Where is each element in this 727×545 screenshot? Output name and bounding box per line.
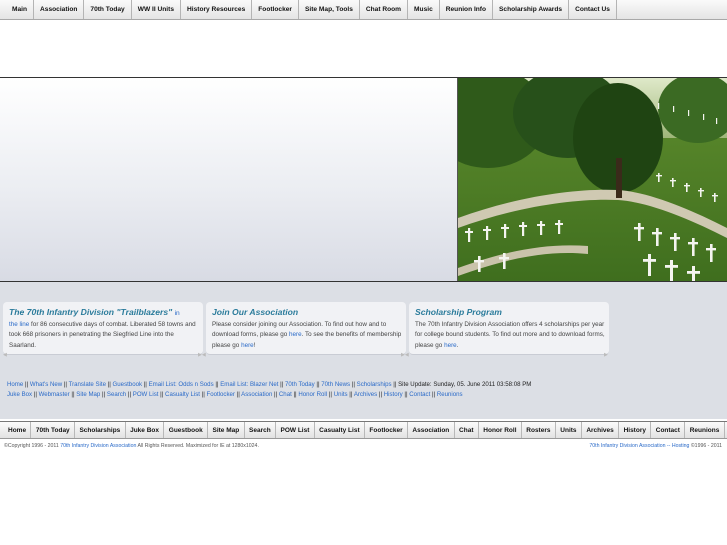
bottom-nav-home[interactable]: Home [0,422,32,438]
bottom-nav-history[interactable]: History [619,422,652,438]
scroll-arrow-icon: ▶ [604,352,608,358]
card-join-text-c: ! [253,341,256,349]
link-translate-site[interactable]: Translate Site [69,381,106,388]
card-trailblazers-text: for 86 consecutive days of combat. Liber… [9,321,196,349]
top-nav-site-map-tools[interactable]: Site Map, Tools [299,0,360,19]
quick-links-row-2: Juke Box || Webmaster || Site Map || Sea… [7,391,463,398]
bottom-nav: Home 70th Today Scholarships Juke Box Gu… [0,421,727,439]
top-nav-history-resources[interactable]: History Resources [181,0,253,19]
link-email-blazer-net[interactable]: Email List: Blazer Net [220,381,278,388]
bottom-nav-footlocker[interactable]: Footlocker [365,422,409,438]
hero-banner [0,78,458,281]
link-honor-roll[interactable]: Honor Roll [298,391,327,398]
footer-hosting-link[interactable]: 70th Infantry Division Association -- Ho… [589,443,689,449]
scroll-arrow-icon: ▶◀ [401,352,409,358]
scroll-arrow-icon: ▶◀ [198,352,206,358]
footer-hosting-text: ©1996 - 2011 [689,443,722,449]
card-trailblazers-line-link[interactable]: the line [9,321,29,328]
top-nav-association[interactable]: Association [34,0,85,19]
link-reunions[interactable]: Reunions [437,391,463,398]
bottom-nav-site-map[interactable]: Site Map [208,422,245,438]
bottom-nav-guestbook[interactable]: Guestbook [164,422,209,438]
card-scholarship-here-link[interactable]: here [444,342,457,349]
top-nav: Main Association 70th Today WW II Units … [0,0,727,20]
top-nav-main[interactable]: Main [0,0,35,19]
link-footlocker[interactable]: Footlocker [207,391,235,398]
quick-links-row-1: Home || What's New || Translate Site || … [7,381,532,388]
bottom-nav-juke-box[interactable]: Juke Box [126,422,165,438]
bottom-nav-pow-list[interactable]: POW List [276,422,315,438]
bottom-nav-contact[interactable]: Contact [651,422,686,438]
bottom-nav-archives[interactable]: Archives [582,422,620,438]
card-join-here-link-2[interactable]: here [241,342,254,349]
card-scholarship-body: The 70th Infantry Division Association o… [415,320,607,351]
footer-copyright-text-a: ©Copyright 1996 - 2011 [4,443,61,449]
link-pow-list[interactable]: POW List [133,391,159,398]
bottom-nav-association[interactable]: Association [408,422,455,438]
bottom-nav-rosters[interactable]: Rosters [522,422,556,438]
bottom-nav-casualty-list[interactable]: Casualty List [315,422,366,438]
cemetery-crosses-photo [458,78,727,281]
card-scholarship-title: Scholarship Program [415,307,502,317]
bottom-nav-units[interactable]: Units [556,422,582,438]
card-join-body: Please consider joining our Association.… [212,320,404,351]
top-nav-scholarship-awards[interactable]: Scholarship Awards [493,0,570,19]
link-units[interactable]: Units [334,391,348,398]
top-nav-music[interactable]: Music [408,0,440,19]
card-trailblazers: The 70th Infantry Division "Trailblazers… [3,302,203,355]
card-join-title: Join Our Association [212,307,299,317]
bottom-nav-scholarships[interactable]: Scholarships [75,422,126,438]
link-site-map[interactable]: Site Map [76,391,100,398]
footer-association-link[interactable]: 70th Infantry Division Association [60,443,136,449]
bottom-nav-reunions[interactable]: Reunions [685,422,725,438]
footer-copyright-text-b: All Rights Reserved. Maximized for IE at… [136,443,259,449]
card-trailblazers-title: The 70th Infantry Division "Trailblazers… [9,307,180,317]
link-contact[interactable]: Contact [409,391,430,398]
link-history[interactable]: History [384,391,403,398]
link-archives[interactable]: Archives [354,391,377,398]
link-casualty-list[interactable]: Casualty List [165,391,200,398]
link-70th-news[interactable]: 70th News [321,381,350,388]
link-70th-today[interactable]: 70th Today [285,381,315,388]
card-join-here-link-1[interactable]: here [289,331,302,338]
top-nav-contact-us[interactable]: Contact Us [569,0,617,19]
top-nav-reunion-info[interactable]: Reunion Info [440,0,494,19]
card-trailblazers-heading: The 70th Infantry Division "Trailblazers… [9,307,173,317]
link-juke-box[interactable]: Juke Box [7,391,32,398]
bottom-nav-honor-roll[interactable]: Honor Roll [479,422,522,438]
link-guestbook[interactable]: Guestbook [113,381,142,388]
link-whats-new[interactable]: What's New [30,381,62,388]
link-email-odds-n-sods[interactable]: Email List: Odds n Sods [149,381,214,388]
link-webmaster[interactable]: Webmaster [39,391,70,398]
footer-copyright: ©Copyright 1996 - 2011 70th Infantry Div… [4,443,259,449]
top-nav-ww2-units[interactable]: WW II Units [132,0,181,19]
card-trailblazers-in-link[interactable]: in [175,310,180,317]
link-association[interactable]: Association [241,391,272,398]
footer-hosting: 70th Infantry Division Association -- Ho… [589,443,722,449]
top-nav-footlocker[interactable]: Footlocker [252,0,299,19]
top-nav-chat-room[interactable]: Chat Room [360,0,409,19]
bottom-nav-70th-today[interactable]: 70th Today [31,422,76,438]
card-join-association: Join Our Association Please consider joi… [206,302,406,355]
link-scholarships[interactable]: Scholarships [357,381,392,388]
top-nav-70th-today[interactable]: 70th Today [84,0,132,19]
card-scholarship-program: Scholarship Program The 70th Infantry Di… [409,302,609,355]
bottom-nav-chat[interactable]: Chat [455,422,479,438]
link-chat[interactable]: Chat [279,391,292,398]
card-trailblazers-body: the line for 86 consecutive days of comb… [9,320,201,351]
scroll-arrow-icon: ◀ [3,352,7,358]
bottom-nav-search[interactable]: Search [245,422,277,438]
site-update-text: Site Update: Sunday, 05. June 2011 03:58… [398,381,532,388]
link-search[interactable]: Search [107,391,126,398]
card-scholarship-text-b: . [456,341,459,349]
link-home[interactable]: Home [7,381,23,388]
